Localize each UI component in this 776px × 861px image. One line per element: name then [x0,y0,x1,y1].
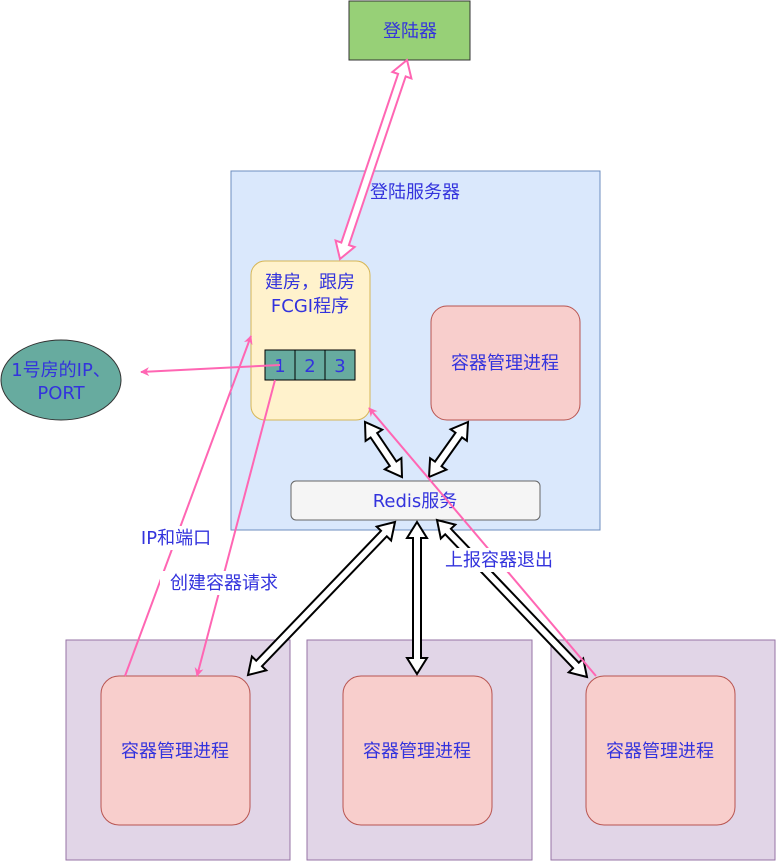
architecture-diagram: 登陆服务器 登陆器 建房，跟房 FCGI程序 1 2 3 容器管理进程 Redi… [0,0,776,861]
room-slot-3-label: 3 [334,356,345,377]
redis-service-label: Redis服务 [373,491,458,512]
room-slot-2-label: 2 [304,356,315,377]
login-server-label: 登陆服务器 [370,182,460,203]
host-2-container-manager-label: 容器管理进程 [363,741,471,762]
create-request-label: 创建容器请求 [170,573,278,594]
host-1-container-manager-label: 容器管理进程 [121,741,229,762]
ip-port-label: IP和端口 [141,528,211,549]
host-3-container-manager-label: 容器管理进程 [606,741,714,762]
room-info-line1: 1号房的IP、 [11,360,111,381]
fcgi-label-line1: 建房，跟房 [265,272,355,293]
room-info-line2: PORT [37,383,85,404]
server-container-manager-label: 容器管理进程 [451,353,559,374]
fcgi-label-line2: FCGI程序 [271,296,349,317]
room-slot-1-label: 1 [274,356,285,377]
report-exit-label: 上报容器退出 [445,550,553,571]
login-client-label: 登陆器 [383,21,437,42]
